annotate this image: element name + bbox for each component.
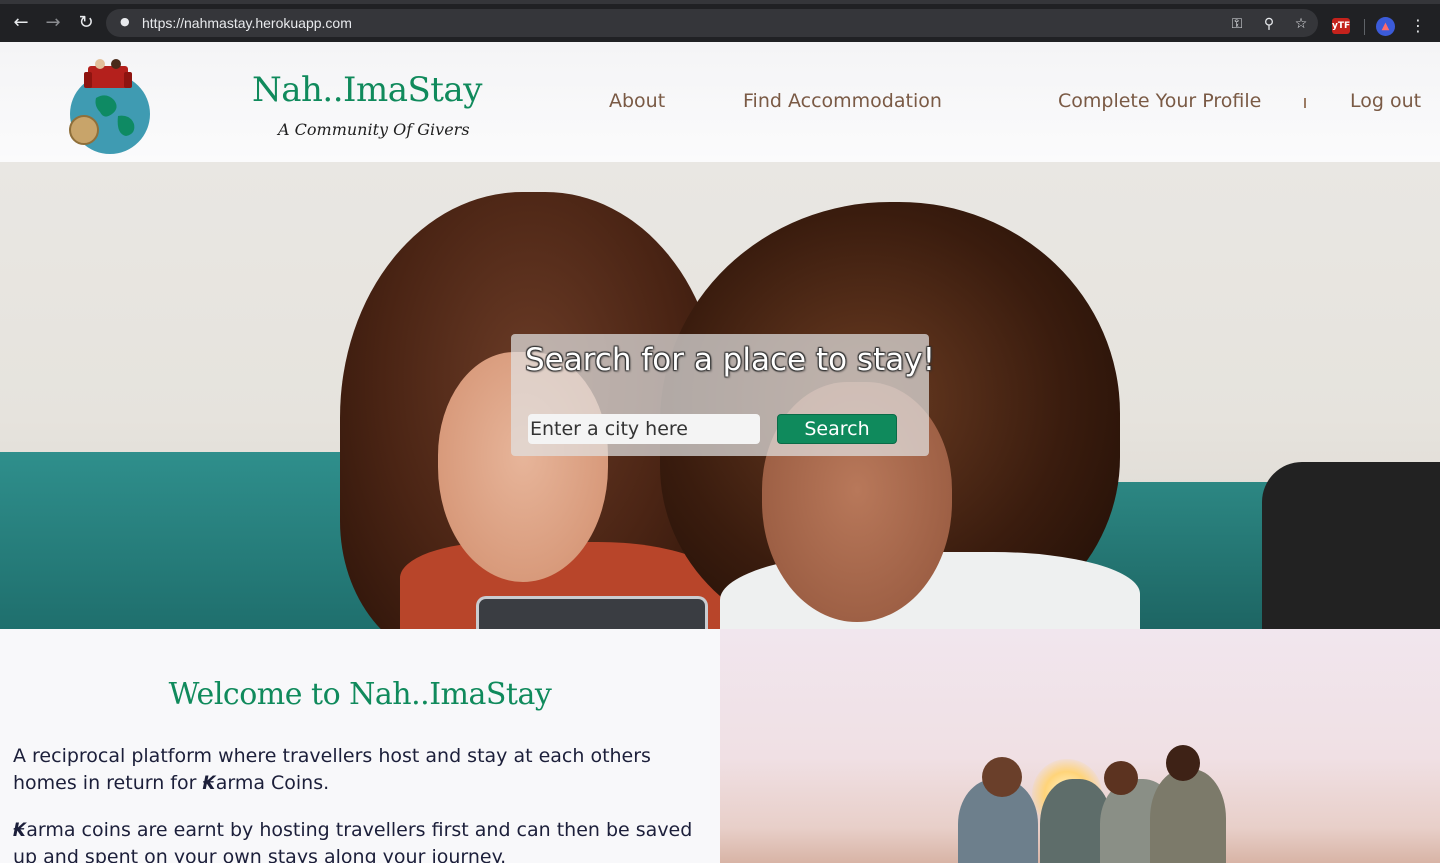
key-icon[interactable]: ⚿ [1228, 15, 1246, 33]
intro-text: A reciprocal platform where travellers h… [13, 745, 651, 794]
nav-about[interactable]: About [609, 90, 665, 112]
brand-tagline: A Community Of Givers [278, 120, 470, 139]
url-text[interactable]: https://nahmastay.herokuapp.com [142, 14, 352, 32]
back-arrow-icon[interactable]: ← [9, 11, 33, 35]
zoom-icon[interactable]: ⚲ [1260, 15, 1278, 33]
hero-banner: Search for a place to stay! Search [0, 162, 1440, 629]
intro-text: arma Coins. [215, 772, 330, 794]
toolbar-separator [1364, 19, 1365, 35]
forward-arrow-icon[interactable]: → [41, 11, 65, 35]
intro-title: Welcome to Nah..ImaStay [168, 677, 552, 712]
intro-section: Welcome to Nah..ImaStay A reciprocal pla… [0, 629, 720, 863]
search-heading: Search for a place to stay! [525, 342, 935, 378]
photo-person [1166, 745, 1200, 781]
site-header: Nah..ImaStay A Community Of Givers About… [0, 42, 1440, 162]
brand-title[interactable]: Nah..ImaStay [252, 70, 482, 110]
browser-toolbar: ← → ↻ ● https://nahmastay.herokuapp.com … [0, 0, 1440, 42]
karma-coin-symbol: ₭ [202, 772, 216, 794]
city-search-input[interactable] [528, 414, 760, 444]
photo-person [1104, 761, 1138, 795]
address-bar[interactable]: ● https://nahmastay.herokuapp.com ⚿ ⚲ ☆ [106, 9, 1318, 37]
intro-paragraph: ₭arma coins are earnt by hosting travell… [13, 817, 713, 863]
lock-icon: ● [120, 15, 130, 28]
globe-logo-icon[interactable] [66, 58, 154, 156]
reload-icon[interactable]: ↻ [74, 11, 98, 35]
karma-coin-symbol: ₭ [13, 819, 27, 841]
nav-find-accommodation[interactable]: Find Accommodation [743, 90, 942, 112]
intro-text: arma coins are earnt by hosting travelle… [13, 819, 693, 863]
intro-paragraph: A reciprocal platform where travellers h… [13, 743, 713, 797]
friends-photo [720, 629, 1440, 863]
hero-photo-tablet [476, 596, 708, 629]
bookmark-star-icon[interactable]: ☆ [1292, 15, 1310, 33]
profile-avatar-icon[interactable]: ▲ [1376, 17, 1395, 36]
nav-log-out[interactable]: Log out [1350, 90, 1421, 112]
photo-person [982, 757, 1022, 797]
nav-divider [1304, 98, 1306, 108]
search-panel: Search for a place to stay! Search [511, 334, 935, 456]
menu-kebab-icon[interactable]: ⋮ [1410, 16, 1426, 36]
nav-complete-profile[interactable]: Complete Your Profile [1058, 90, 1261, 112]
photo-person [1150, 769, 1226, 863]
search-button[interactable]: Search [777, 414, 897, 444]
hero-photo-blanket [1262, 462, 1440, 629]
extension-icon[interactable]: yTF [1332, 18, 1350, 34]
